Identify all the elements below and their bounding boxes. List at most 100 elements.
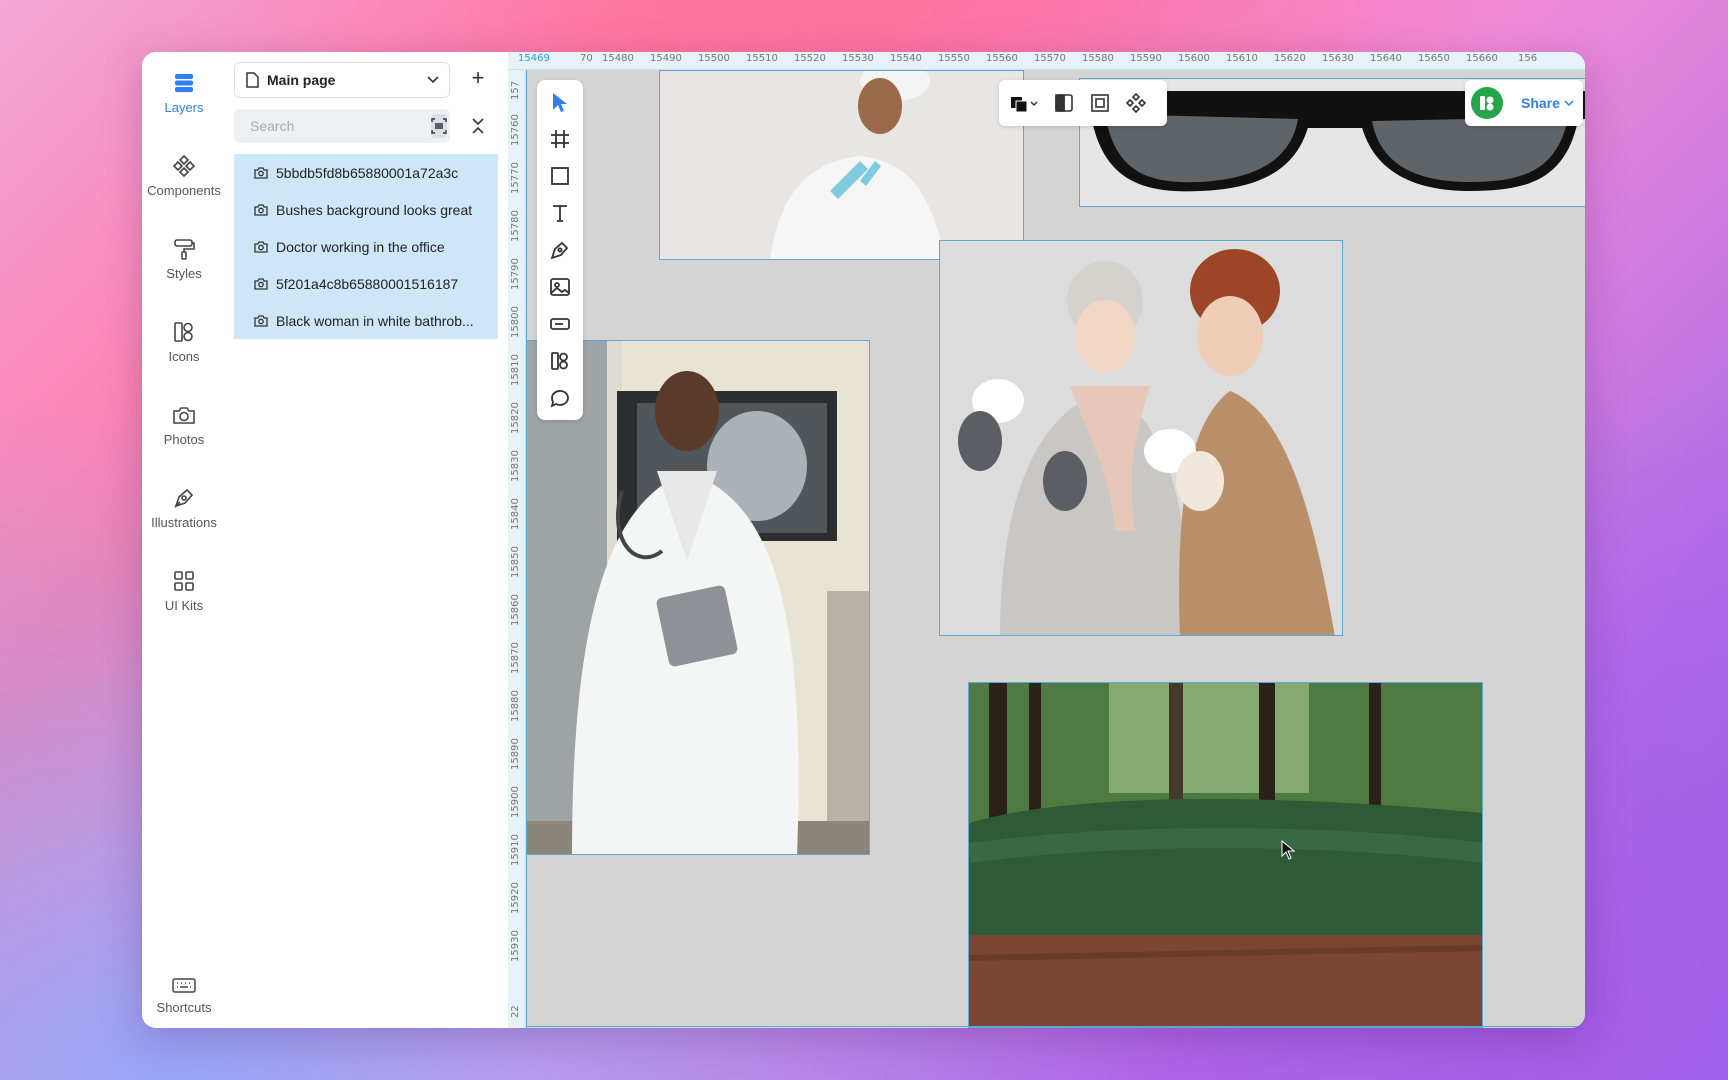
pen-tool-icon[interactable]	[548, 238, 572, 262]
ruler-tick: 15640	[1370, 53, 1402, 64]
rail-photos-label: Photos	[163, 432, 205, 447]
ruler-tick: 15660	[1466, 53, 1498, 64]
ruler-tick: 15580	[1082, 53, 1114, 64]
rail-styles[interactable]: Styles	[142, 236, 226, 281]
ruler-tick: 15800	[510, 306, 521, 338]
app-window: Layers Components Styles Icons Photos Il…	[142, 52, 1585, 1028]
layer-item[interactable]: 5f201a4c8b65880001516187	[234, 265, 498, 302]
layer-item[interactable]: Bushes background looks great	[234, 191, 498, 228]
rectangle-tool-icon[interactable]	[548, 164, 572, 188]
avatar[interactable]	[1471, 87, 1503, 119]
selection-toolbar	[999, 80, 1167, 126]
layer-item-label: Bushes background looks great	[276, 201, 473, 218]
ruler-tick: 157	[510, 80, 521, 100]
ruler-tick: 15840	[510, 498, 521, 530]
ruler-tick: 15480	[602, 53, 634, 64]
ruler-tick: 15870	[510, 642, 521, 674]
ruler-tick: 15780	[510, 210, 521, 242]
rail-icons[interactable]: Icons	[142, 319, 226, 364]
layer-item[interactable]: Black woman in white bathrob...	[234, 302, 498, 339]
page-icon	[246, 72, 259, 88]
left-rail: Layers Components Styles Icons Photos Il…	[142, 52, 226, 1028]
ruler-left: 157 15760 15770 15780 15790 15800 15810 …	[508, 70, 526, 1028]
layer-item[interactable]: Doctor working in the office	[234, 228, 498, 265]
layer-list: 5bbdb5fd8b65880001a72a3c Bushes backgrou…	[234, 154, 498, 339]
icons-tool-icon[interactable]	[548, 349, 572, 373]
rail-illustrations[interactable]: Illustrations	[142, 485, 226, 530]
crop-icon[interactable]	[1089, 92, 1111, 114]
user-logo-icon	[1480, 96, 1494, 111]
comment-tool-icon[interactable]	[548, 386, 572, 410]
collapse-all-button[interactable]	[466, 114, 490, 138]
photo-woman-bathrobe	[770, 71, 945, 259]
rail-layers[interactable]: Layers	[142, 70, 226, 115]
ruler-tick: 15610	[1226, 53, 1258, 64]
rail-shortcuts-label: Shortcuts	[156, 1000, 212, 1015]
image-winter-friends[interactable]	[939, 240, 1343, 636]
icons-icon	[174, 322, 193, 342]
ruler-tick: 15600	[1178, 53, 1210, 64]
mouse-cursor-icon	[1281, 840, 1296, 860]
focus-selection-button[interactable]	[431, 114, 447, 138]
rail-icons-label: Icons	[168, 349, 200, 364]
ruler-tick: 15570	[1034, 53, 1066, 64]
layers-panel: Main page + 5bbdb5fd8b65880001a72a3c Bus…	[226, 52, 508, 1028]
ruler-tick: 15760	[510, 114, 521, 146]
rail-ui-kits[interactable]: UI Kits	[142, 568, 226, 613]
ruler-tick: 15540	[890, 53, 922, 64]
ruler-tick: 15530	[842, 53, 874, 64]
ruler-tick: 15500	[698, 53, 730, 64]
mask-icon[interactable]	[1053, 92, 1075, 114]
search-input[interactable]	[250, 118, 431, 134]
canvas[interactable]	[526, 70, 1585, 1028]
ruler-tick: 15820	[510, 402, 521, 434]
ruler-tick: 70	[580, 53, 593, 64]
grid-icon	[174, 571, 194, 591]
rail-styles-label: Styles	[166, 266, 202, 281]
rail-illustrations-label: Illustrations	[151, 515, 217, 530]
selection-edge	[526, 70, 527, 1028]
image-bushes-background[interactable]	[968, 682, 1483, 1028]
photo-winter-friends	[958, 249, 1335, 635]
share-button[interactable]: Share	[1521, 95, 1560, 111]
selection-edge	[526, 1026, 1585, 1027]
ruler-tick: 15560	[986, 53, 1018, 64]
camera-icon	[254, 277, 268, 290]
chevron-down-icon[interactable]	[1564, 100, 1574, 106]
input-tool-icon[interactable]	[548, 312, 572, 336]
ruler-tick: 15469	[518, 53, 550, 64]
ruler-tick: 15880	[510, 690, 521, 722]
ruler-tick: 15620	[1274, 53, 1306, 64]
camera-icon	[173, 407, 195, 424]
rail-components[interactable]: Components	[142, 153, 226, 198]
ruler-tick: 15910	[510, 834, 521, 866]
layer-search	[234, 109, 450, 143]
fill-color-icon[interactable]	[1009, 93, 1039, 113]
ruler-top: 15469 70 15480 15490 15500 15510 15520 1…	[508, 52, 1585, 70]
text-tool-icon[interactable]	[548, 201, 572, 225]
rail-shortcuts[interactable]: Shortcuts	[142, 976, 226, 1015]
rail-photos[interactable]: Photos	[142, 402, 226, 447]
ruler-tick: 15830	[510, 450, 521, 482]
image-woman-bathrobe[interactable]	[659, 70, 1024, 260]
pen-icon	[174, 488, 194, 508]
pointer-tool-icon[interactable]	[548, 90, 572, 114]
ruler-tick: 15490	[650, 53, 682, 64]
ruler-tick: 15520	[794, 53, 826, 64]
add-page-button[interactable]: +	[466, 66, 490, 90]
camera-icon	[254, 203, 268, 216]
paint-roller-icon	[174, 239, 195, 260]
ruler-tick: 15650	[1418, 53, 1450, 64]
frame-tool-icon[interactable]	[548, 127, 572, 151]
ruler-tick: 15510	[746, 53, 778, 64]
camera-icon	[254, 240, 268, 253]
rail-layers-label: Layers	[164, 100, 204, 115]
rail-ui-kits-label: UI Kits	[164, 598, 204, 613]
layer-item[interactable]: 5bbdb5fd8b65880001a72a3c	[234, 154, 498, 191]
page-select[interactable]: Main page	[234, 62, 450, 98]
image-tool-icon[interactable]	[548, 275, 572, 299]
tool-palette	[537, 80, 583, 420]
component-icon[interactable]	[1125, 92, 1147, 114]
ruler-tick: 15900	[510, 786, 521, 818]
ruler-tick: 156	[1518, 53, 1538, 64]
